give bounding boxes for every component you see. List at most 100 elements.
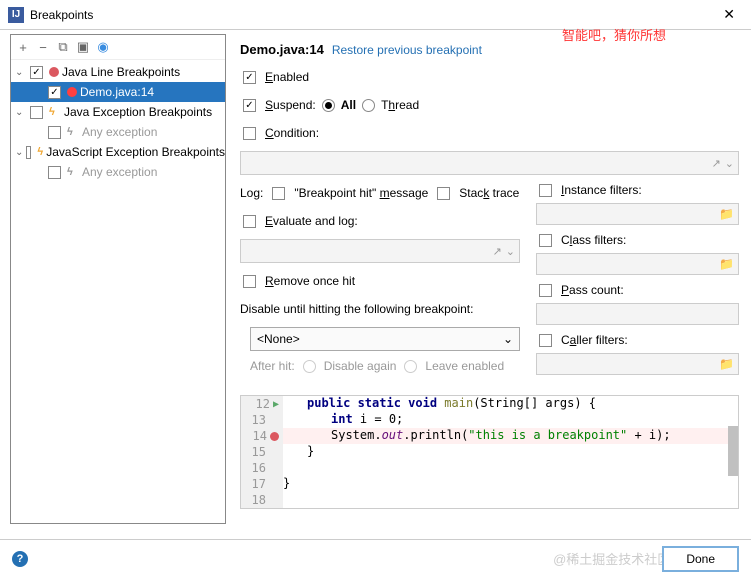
stack-checkbox[interactable]	[437, 187, 450, 200]
app-icon: IJ	[8, 7, 24, 23]
exception-icon: ϟ	[67, 166, 79, 178]
enabled-checkbox[interactable]	[243, 71, 256, 84]
breakpoints-tree[interactable]: ⌄ Java Line Breakpoints Demo.java:14 ⌄ ϟ…	[11, 60, 225, 523]
detail-title: Demo.java:14	[240, 42, 324, 57]
folder-icon[interactable]: 📁	[719, 357, 734, 371]
exception-icon: ϟ	[49, 106, 61, 118]
scrollbar[interactable]	[728, 426, 738, 476]
tree-item-any-exception-js[interactable]: ϟ Any exception	[11, 162, 225, 182]
after-hit-label: After hit:	[250, 359, 295, 373]
breakpoint-details: Demo.java:14 Restore previous breakpoint…	[226, 30, 751, 537]
stack-label: Stack trace	[459, 186, 519, 200]
play-icon[interactable]: ▶	[273, 399, 279, 410]
enabled-label: Enabled	[265, 70, 309, 84]
bphit-checkbox[interactable]	[272, 187, 285, 200]
group-label: Java Exception Breakpoints	[64, 105, 212, 119]
code-lines: public static void main(String[] args) {…	[283, 396, 738, 508]
breakpoints-tree-panel: + − ⧉ ▣ ◉ ⌄ Java Line Breakpoints Demo.j…	[10, 34, 226, 524]
expand-icon[interactable]: ↗	[493, 245, 502, 258]
caller-filters-checkbox[interactable]	[539, 334, 552, 347]
tree-group-js-exception[interactable]: ⌄ ϟ JavaScript Exception Breakpoints	[11, 142, 225, 162]
expand-icon[interactable]: ↗	[712, 157, 721, 170]
group-checkbox[interactable]	[30, 66, 43, 79]
group-label: JavaScript Exception Breakpoints	[46, 145, 225, 159]
suspend-checkbox[interactable]	[243, 99, 256, 112]
class-filters-field[interactable]: 📁	[536, 253, 739, 275]
log-label: Log:	[240, 186, 263, 200]
breakpoint-icon[interactable]	[270, 432, 279, 441]
window-title: Breakpoints	[30, 8, 715, 22]
leave-enabled-label: Leave enabled	[425, 359, 504, 373]
instance-filters-label: Instance filters:	[561, 183, 642, 197]
breakpoint-icon	[67, 87, 77, 97]
tree-item-any-exception[interactable]: ϟ Any exception	[11, 122, 225, 142]
pass-count-label: Pass count:	[561, 283, 624, 297]
tree-group-java-exception[interactable]: ⌄ ϟ Java Exception Breakpoints	[11, 102, 225, 122]
item-checkbox[interactable]	[48, 86, 61, 99]
group-checkbox[interactable]	[26, 146, 31, 159]
eval-label: Evaluate and log:	[265, 214, 358, 228]
view-icon[interactable]: ◉	[94, 38, 112, 56]
thread-label: Thread	[381, 98, 419, 112]
disable-again-radio	[303, 360, 316, 373]
chevron-down-icon[interactable]: ⌄	[506, 245, 515, 258]
close-icon[interactable]: ✕	[715, 6, 743, 23]
group-checkbox[interactable]	[30, 106, 43, 119]
footer: ? @稀土掘金技术社区 Done	[0, 539, 751, 577]
class-filters-checkbox[interactable]	[539, 234, 552, 247]
pass-count-field[interactable]	[536, 303, 739, 325]
group-icon[interactable]: ▣	[74, 38, 92, 56]
item-label: Demo.java:14	[80, 85, 154, 99]
class-filters-label: Class filters:	[561, 233, 626, 247]
tree-group-java-line[interactable]: ⌄ Java Line Breakpoints	[11, 62, 225, 82]
caller-filters-field[interactable]: 📁	[536, 353, 739, 375]
exception-icon: ϟ	[67, 126, 79, 138]
watermark: @稀土掘金技术社区	[553, 549, 670, 568]
chevron-down-icon[interactable]: ⌄	[15, 67, 27, 78]
leave-enabled-radio	[404, 360, 417, 373]
chevron-down-icon[interactable]: ⌄	[15, 147, 23, 158]
remove-checkbox[interactable]	[243, 275, 256, 288]
pass-count-checkbox[interactable]	[539, 284, 552, 297]
disable-until-label: Disable until hitting the following brea…	[240, 302, 473, 316]
done-button[interactable]: Done	[662, 546, 739, 572]
disable-again-label: Disable again	[324, 359, 397, 373]
item-checkbox[interactable]	[48, 166, 61, 179]
item-checkbox[interactable]	[48, 126, 61, 139]
tree-item-demo[interactable]: Demo.java:14	[11, 82, 225, 102]
gutter: 12▶ 13 14 15 16 17 18	[241, 396, 283, 508]
tree-toolbar: + − ⧉ ▣ ◉	[11, 35, 225, 60]
eval-field[interactable]: ↗⌄	[240, 239, 520, 263]
help-icon[interactable]: ?	[12, 551, 28, 567]
eval-checkbox[interactable]	[243, 215, 256, 228]
exception-icon: ϟ	[37, 146, 43, 158]
suspend-thread-radio[interactable]	[362, 99, 375, 112]
add-button[interactable]: +	[14, 38, 32, 56]
folder-icon[interactable]: 📁	[719, 207, 734, 221]
instance-filters-checkbox[interactable]	[539, 184, 552, 197]
breakpoint-icon	[49, 67, 59, 77]
restore-link[interactable]: Restore previous breakpoint	[332, 43, 482, 57]
group-label: Java Line Breakpoints	[62, 65, 180, 79]
condition-label: Condition:	[265, 126, 319, 140]
all-label: All	[341, 98, 356, 112]
item-label: Any exception	[82, 125, 157, 139]
code-preview: 12▶ 13 14 15 16 17 18 public static void…	[240, 395, 739, 509]
disable-until-select[interactable]: <None>⌄	[250, 327, 520, 351]
remove-label: Remove once hit	[265, 274, 355, 288]
chevron-down-icon[interactable]: ⌄	[15, 107, 27, 118]
instance-filters-field[interactable]: 📁	[536, 203, 739, 225]
condition-checkbox[interactable]	[243, 127, 256, 140]
remove-button[interactable]: −	[34, 38, 52, 56]
chevron-down-icon: ⌄	[503, 332, 513, 346]
suspend-label: Suspend:	[265, 98, 316, 112]
chevron-down-icon[interactable]: ⌄	[725, 157, 734, 170]
item-label: Any exception	[82, 165, 157, 179]
suspend-all-radio[interactable]	[322, 99, 335, 112]
bphit-label: "Breakpoint hit" message	[294, 186, 428, 200]
annotation-text: 智能吧，猜你所想	[562, 25, 666, 44]
condition-field[interactable]: ↗⌄	[240, 151, 739, 175]
folder-icon[interactable]: 📁	[719, 257, 734, 271]
caller-filters-label: Caller filters:	[561, 333, 628, 347]
copy-icon[interactable]: ⧉	[54, 38, 72, 56]
